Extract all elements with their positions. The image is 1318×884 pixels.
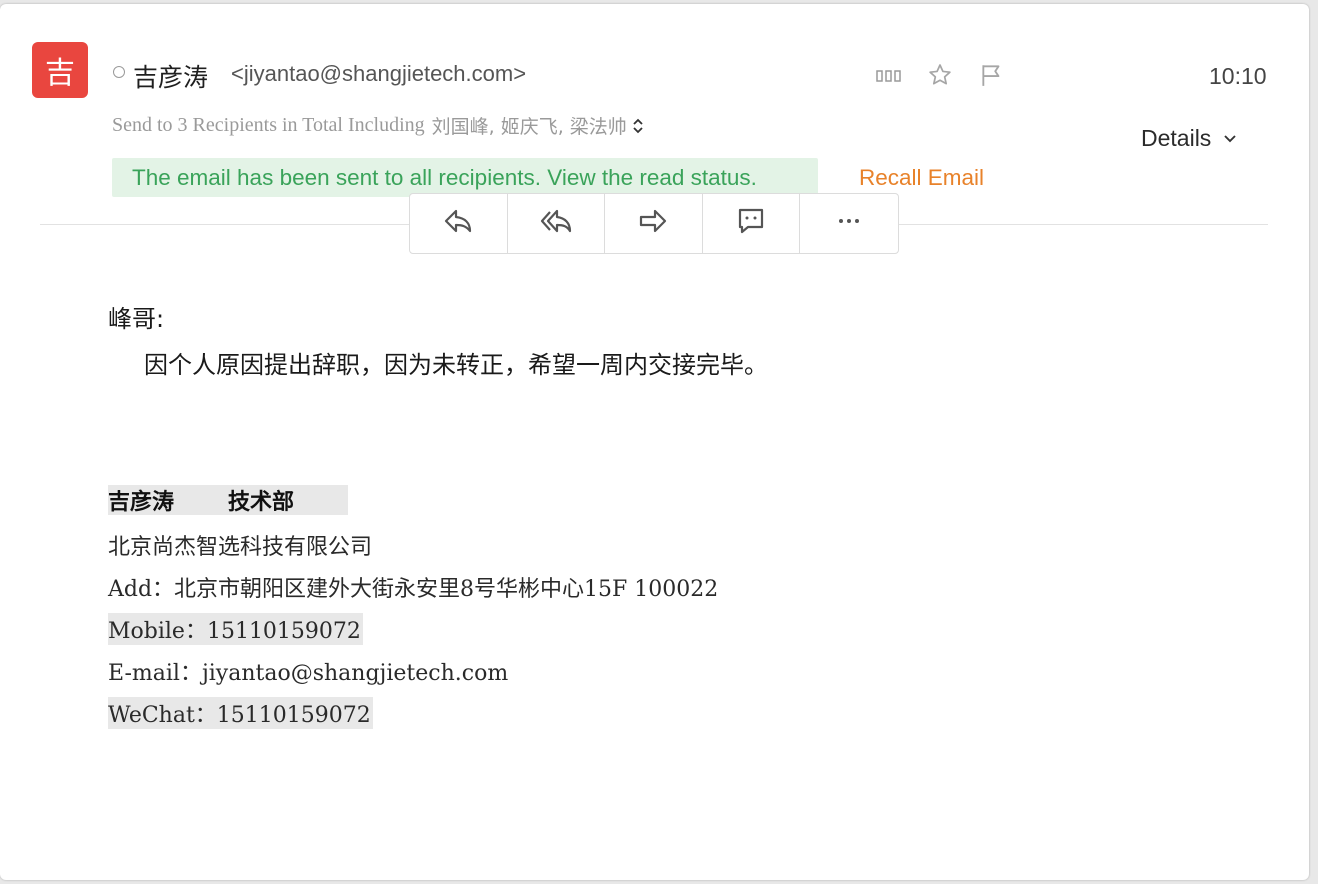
recall-email-link[interactable]: Recall Email — [859, 165, 984, 191]
chevron-down-icon — [1223, 134, 1237, 144]
signature-name: 吉彦涛 — [108, 489, 175, 515]
recipients-summary[interactable]: Send to 3 Recipients in Total Including … — [112, 112, 644, 139]
sender-email[interactable]: <jiyantao@shangjietech.com> — [231, 61, 526, 87]
more-icon — [833, 205, 865, 242]
avatar[interactable]: 吉 — [32, 42, 88, 98]
email-greeting: 峰哥: — [108, 305, 165, 333]
sender-name[interactable]: 吉彦涛 — [133, 58, 208, 94]
details-toggle[interactable]: Details — [1141, 125, 1237, 152]
recipients-prefix: Send to 3 Recipients in Total Including — [112, 114, 425, 136]
comment-button[interactable] — [703, 194, 801, 253]
comment-icon — [735, 205, 767, 242]
star-icon[interactable] — [925, 60, 955, 90]
signature-department: 技术部 — [228, 489, 295, 515]
action-toolbar — [409, 193, 899, 254]
expand-recipients-icon[interactable] — [632, 117, 644, 135]
email-view: 吉 吉彦涛 <jiyantao@shangjietech.com> 10:10 … — [0, 4, 1309, 880]
email-paragraph: 因个人原因提出辞职，因为未转正，希望一周内交接完毕。 — [144, 351, 768, 379]
forward-button[interactable] — [605, 194, 703, 253]
details-label: Details — [1141, 125, 1212, 151]
signature-address: Add：北京市朝阳区建外大街永安里8号华彬中心15F 100022 — [108, 577, 719, 602]
reply-all-icon — [539, 205, 573, 242]
signature-wechat: WeChat：15110159072 — [108, 697, 373, 729]
recipients-names: 刘国峰, 姬庆飞, 梁法帅 — [431, 116, 627, 138]
unread-status-icon[interactable] — [113, 66, 125, 78]
reply-icon — [442, 205, 474, 242]
reply-all-button[interactable] — [508, 194, 606, 253]
read-status-icon[interactable] — [874, 66, 904, 86]
reply-button[interactable] — [410, 194, 508, 253]
signature-email[interactable]: E-mail：jiyantao@shangjietech.com — [108, 655, 508, 687]
signature-company: 北京尚杰智选科技有限公司 — [108, 535, 373, 560]
sent-status-banner[interactable]: The email has been sent to all recipient… — [112, 158, 818, 197]
flag-icon[interactable] — [977, 60, 1007, 90]
signature-mobile: Mobile：15110159072 — [108, 613, 363, 645]
more-button[interactable] — [800, 194, 898, 253]
signature-name-line: 吉彦涛 技术部 — [108, 485, 348, 515]
forward-icon — [637, 205, 669, 242]
received-time: 10:10 — [1209, 63, 1267, 89]
